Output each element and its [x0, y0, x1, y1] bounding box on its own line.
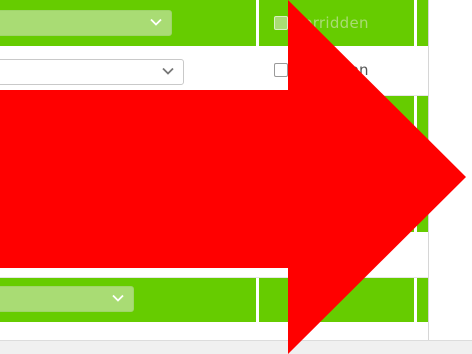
form-row-1: verridden	[0, 0, 428, 46]
row-2-select[interactable]	[0, 59, 184, 85]
column-divider	[256, 186, 259, 232]
column-divider	[414, 96, 417, 140]
form-row-4	[0, 140, 428, 186]
row-2-override-checkbox[interactable]	[274, 63, 288, 77]
settings-panel: verridden verridden	[0, 0, 428, 340]
panel-border	[428, 0, 429, 340]
row-1-override-checkbox[interactable]	[274, 16, 288, 30]
form-row-3	[0, 96, 428, 140]
form-row-5	[0, 186, 428, 232]
column-divider	[256, 96, 259, 140]
row-7-select[interactable]	[0, 286, 134, 312]
form-row-6	[0, 232, 428, 278]
form-row-7	[0, 278, 428, 322]
chevron-down-icon	[162, 67, 174, 75]
column-divider	[256, 0, 259, 46]
row-2-override-label: verridden	[294, 61, 369, 79]
chevron-down-icon	[112, 294, 124, 302]
column-divider	[414, 0, 417, 46]
column-divider	[414, 278, 417, 322]
column-divider	[256, 278, 259, 322]
chevron-down-icon	[150, 18, 162, 26]
form-row-2: verridden	[0, 48, 428, 96]
column-divider	[414, 186, 417, 232]
row-1-override-label: verridden	[294, 14, 369, 32]
bottom-bar	[0, 340, 472, 354]
row-1-select[interactable]	[0, 10, 172, 36]
